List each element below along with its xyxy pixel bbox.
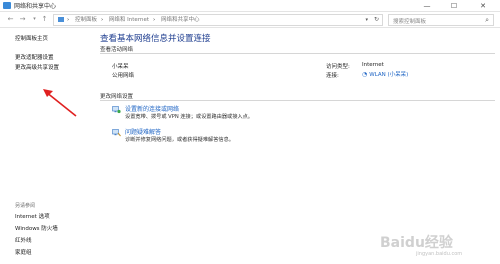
- setup-new-connection-link[interactable]: 设置新的连接或网络: [125, 104, 179, 113]
- divider: [100, 53, 495, 54]
- window-title: 网络和共享中心: [14, 3, 57, 10]
- network-name: 小呆呆: [112, 64, 129, 70]
- network-center-icon: [3, 2, 11, 9]
- connection-link[interactable]: ◔ WLAN (小呆呆): [362, 70, 408, 78]
- minimize-button[interactable]: —: [416, 0, 438, 12]
- forward-arrow-icon[interactable]: →: [18, 15, 27, 24]
- refresh-icon[interactable]: ↻: [374, 15, 379, 25]
- breadcrumb-network-center[interactable]: 网络和共享中心: [161, 17, 200, 23]
- infrared-link[interactable]: 红外线: [15, 236, 32, 244]
- breadcrumb-control-panel[interactable]: 控制面板: [75, 17, 97, 23]
- up-arrow-icon[interactable]: ↑: [40, 15, 49, 24]
- change-advanced-sharing-link[interactable]: 更改高级共享设置: [15, 63, 59, 71]
- address-toolbar: ← → ▾ ↑ › 控制面板 › 网络和 Internet › 网络和共享中心 ▾ …: [0, 12, 500, 28]
- active-networks-label: 查看活动网络: [100, 47, 134, 53]
- watermark-url: jingyan.baidu.com: [416, 251, 463, 257]
- title-bar: 网络和共享中心 — ☐ ✕: [0, 0, 500, 12]
- red-arrow-annotation: [43, 89, 77, 117]
- network-type-link: 公用网络: [112, 73, 135, 79]
- back-arrow-icon[interactable]: ←: [6, 15, 15, 24]
- page-title: 查看基本网络信息并设置连接: [100, 34, 211, 44]
- see-also-label: 另请参阅: [15, 203, 36, 209]
- search-placeholder: 搜索控制面板: [393, 19, 427, 25]
- access-type-label: 访问类型:: [326, 64, 350, 70]
- connections-label: 连接:: [326, 73, 339, 79]
- maximize-button[interactable]: ☐: [443, 0, 465, 12]
- troubleshoot-link[interactable]: 问题疑难解答: [125, 127, 161, 136]
- wifi-signal-icon: ◔: [362, 71, 368, 78]
- breadcrumb-separator: ›: [153, 17, 156, 23]
- breadcrumb-separator: ›: [67, 17, 70, 23]
- setup-new-connection-desc: 设置宽带、拨号或 VPN 连接；或设置路由器或接入点。: [125, 114, 253, 120]
- divider: [100, 100, 495, 101]
- watermark-logo: Baidu经验: [380, 235, 453, 251]
- left-navigation-pane: 控制面板主页 更改适配器设置 更改高级共享设置 另请参阅 Internet 选项…: [0, 29, 90, 264]
- control-panel-home-link[interactable]: 控制面板主页: [15, 34, 48, 42]
- internet-options-link[interactable]: Internet 选项: [15, 212, 50, 220]
- recent-locations-icon[interactable]: ▾: [30, 15, 39, 24]
- change-settings-label: 更改网络设置: [100, 94, 134, 100]
- control-panel-icon: [58, 17, 64, 22]
- connection-link-text: WLAN (小呆呆): [369, 72, 409, 78]
- change-adapter-settings-link[interactable]: 更改适配器设置: [15, 53, 54, 61]
- new-connection-icon: [112, 106, 121, 114]
- homegroup-link[interactable]: 家庭组: [15, 248, 32, 256]
- close-button[interactable]: ✕: [472, 0, 494, 12]
- windows-firewall-link[interactable]: Windows 防火墙: [15, 224, 58, 232]
- troubleshoot-desc: 诊断并修复网络问题，或者获得疑难解答信息。: [125, 137, 234, 143]
- breadcrumb-separator: ›: [100, 17, 104, 23]
- search-input[interactable]: 搜索控制面板 ⌕: [388, 14, 494, 26]
- troubleshoot-icon: [112, 129, 121, 137]
- search-icon[interactable]: ⌕: [485, 16, 489, 25]
- watermark: Baidu经验 jingyan.baidu.com: [380, 226, 498, 262]
- address-field[interactable]: › 控制面板 › 网络和 Internet › 网络和共享中心 ▾ ↻: [53, 14, 383, 26]
- chevron-down-icon[interactable]: ▾: [365, 15, 368, 25]
- breadcrumb-network-internet[interactable]: 网络和 Internet: [109, 17, 149, 23]
- access-type-value: Internet: [362, 62, 384, 68]
